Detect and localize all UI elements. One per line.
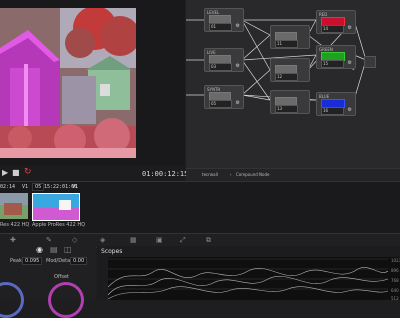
color-match-icon[interactable]: ✚ (10, 236, 16, 244)
key-icon[interactable]: ▣ (156, 236, 163, 244)
tracker-icon[interactable]: ◈ (100, 236, 105, 244)
clips-strip: 02:14 V1 05 15:22:01:06 V1 Res 422 HQ Ap… (0, 181, 400, 234)
node-fx-icon: ⚙ (235, 100, 240, 106)
transport-bar: ▶ ■ ↻ 01:00:12:15 (0, 166, 189, 181)
node-blue[interactable]: BLUE 16 ⚙ (316, 92, 356, 116)
clip-track: V1 (22, 184, 29, 190)
node-number: 12 (275, 73, 298, 81)
video-image (0, 8, 136, 158)
peak-label: Peak (10, 258, 22, 264)
waveform-trace: 1023 896 768 640 512 (107, 258, 400, 301)
node-number: 14 (321, 25, 344, 33)
stop-icon[interactable]: ■ (12, 168, 20, 177)
wheel-mode-icon[interactable]: ◉ (36, 245, 43, 254)
loop-icon[interactable]: ↻ (24, 167, 32, 177)
node-editor[interactable]: LEVEL 01 ⚙ LIVE 03 ⚙ SYNTH 05 ⚙ 11 12 13… (186, 0, 400, 168)
scope-tick: 896 (391, 268, 399, 273)
scope-tick: 512 (391, 296, 399, 300)
clip-codec: Apple ProRes 422 HQ (32, 222, 86, 228)
node-editor-footer: tecrwall › Compound Node (186, 168, 400, 181)
node-number: 01 (209, 23, 232, 31)
play-icon[interactable]: ▶ (2, 168, 8, 177)
node-number: 03 (209, 63, 232, 71)
node-level[interactable]: LEVEL 01 ⚙ (204, 8, 244, 32)
node-12[interactable]: 12 (270, 58, 310, 82)
motion-icon[interactable]: ⧉ (206, 236, 211, 245)
node-number: 16 (321, 107, 344, 115)
eyedropper-icon[interactable]: ✎ (46, 236, 52, 244)
node-number: 05 (209, 100, 232, 108)
video-frame[interactable] (0, 8, 136, 158)
mod-detail-label: Mod/Detail (46, 258, 73, 264)
scope-tick: 1023 (391, 258, 400, 263)
offset-wheel[interactable] (48, 282, 84, 318)
footer-right-label: Compound Node (236, 172, 270, 177)
node-11[interactable]: 11 (270, 25, 310, 49)
color-wheels-panel: Peak 0.095 Mod/Detail 0.00 Offset ◉ ▤ ◫ (0, 245, 96, 318)
clip-number: 05 (32, 183, 45, 191)
window-icon[interactable]: ◇ (72, 236, 77, 244)
node-fx-icon: ⚙ (235, 63, 240, 69)
clip-track: V1 (72, 184, 79, 190)
grid-icon[interactable]: ▦ (130, 236, 137, 244)
clip-codec: Res 422 HQ (0, 222, 30, 228)
node-red[interactable]: RED 14 ⚙ (316, 10, 356, 34)
clip-thumbnail-selected[interactable] (32, 193, 80, 221)
node-output[interactable] (364, 56, 376, 68)
viewer-panel (0, 0, 185, 166)
node-fx-icon: ⚙ (347, 107, 352, 113)
node-fx-icon: ⚙ (235, 23, 240, 29)
node-13[interactable]: 13 (270, 90, 310, 114)
scope-tick: 640 (391, 288, 399, 293)
node-number: 15 (321, 60, 344, 68)
node-synth[interactable]: SYNTH 05 ⚙ (204, 85, 244, 109)
log-mode-icon[interactable]: ◫ (64, 245, 72, 254)
node-number: 13 (275, 105, 298, 113)
node-number: 11 (275, 40, 298, 48)
node-live[interactable]: LIVE 03 ⚙ (204, 48, 244, 72)
waveform-scope: 1023 896 768 640 512 (107, 257, 400, 301)
resize-icon[interactable]: ⤢ (180, 236, 186, 245)
bars-mode-icon[interactable]: ▤ (50, 245, 58, 254)
viewer-timecode: 01:00:12:15 (142, 170, 189, 178)
mod-detail-field[interactable]: 0.00 (70, 257, 88, 265)
node-fx-icon: ⚙ (347, 25, 352, 31)
node-fx-icon: ⚙ (347, 60, 352, 66)
offset-label: Offset (54, 274, 70, 280)
node-green[interactable]: GREEN 15 ⚙ (316, 45, 356, 69)
peak-field[interactable]: 0.095 (22, 257, 43, 265)
clip-thumbnail[interactable] (0, 193, 28, 219)
footer-left-label: tecrwall (202, 172, 218, 177)
gain-wheel[interactable] (0, 282, 24, 318)
scopes-title: Scopes (101, 248, 123, 255)
footer-separator: › (230, 172, 232, 177)
clip-timecode: 02:14 (0, 184, 16, 190)
scope-tick: 768 (391, 278, 399, 283)
